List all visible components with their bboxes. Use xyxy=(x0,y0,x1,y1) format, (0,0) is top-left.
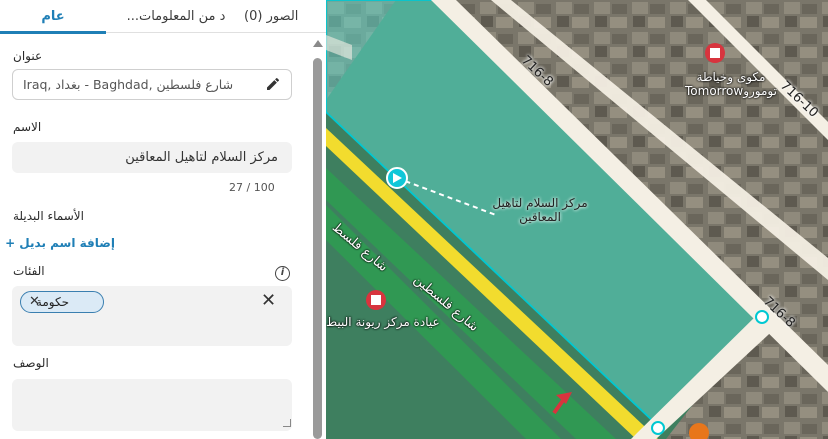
description-field[interactable] xyxy=(12,379,292,431)
clear-categories-icon[interactable]: ✕ xyxy=(261,290,276,311)
tab-bar: الصور (0) ...د من المعلومات عام xyxy=(0,0,326,34)
tab-more-info[interactable]: ...د من المعلومات xyxy=(112,0,240,33)
category-chip: حكومة ✕ xyxy=(20,291,104,313)
edit-panel: الصور (0) ...د من المعلومات عام عنوان Ir… xyxy=(0,0,326,439)
info-icon[interactable]: i xyxy=(275,266,290,281)
shop-label-2: عيادة مركز ريونة البيط xyxy=(326,315,440,329)
alt-names-label: الأسماء البديلة xyxy=(13,209,84,223)
add-alt-name-button[interactable]: إضافة اسم بديل + xyxy=(5,236,115,250)
description-label: الوصف xyxy=(13,356,49,370)
categories-label: الفئات xyxy=(13,264,45,278)
textarea-resize-handle[interactable] xyxy=(283,419,291,427)
scrollbar-thumb[interactable] xyxy=(313,58,322,439)
name-label: الاسم xyxy=(13,120,42,134)
map-view[interactable]: 716-8 716-10 716-8 مكوى وخياطة توموروTom… xyxy=(326,0,828,439)
chip-remove-icon[interactable]: ✕ xyxy=(29,294,40,309)
name-field[interactable]: مركز السلام لتاهيل المعاقين xyxy=(12,142,292,173)
place-label[interactable]: مركز السلام لتاهيل المعاقين xyxy=(480,196,600,224)
pencil-icon[interactable] xyxy=(265,76,281,92)
category-chip-label: حكومة xyxy=(35,295,69,309)
scroll-up-arrow[interactable] xyxy=(313,40,323,47)
name-value: مركز السلام لتاهيل المعاقين xyxy=(125,150,278,165)
active-tab-indicator xyxy=(0,31,106,34)
name-char-counter: 27 / 100 xyxy=(229,181,275,194)
address-value: Iraq, بغداد - Baghdad, شارع فلسطين xyxy=(23,77,234,92)
address-field[interactable]: Iraq, بغداد - Baghdad, شارع فلسطين xyxy=(12,69,292,100)
tab-photos[interactable]: الصور (0) xyxy=(244,0,310,33)
shop-label-1: مكوى وخياطة توموروTomorrow xyxy=(685,70,777,98)
address-label: عنوان xyxy=(13,49,43,63)
tab-general[interactable]: عام xyxy=(0,0,106,33)
